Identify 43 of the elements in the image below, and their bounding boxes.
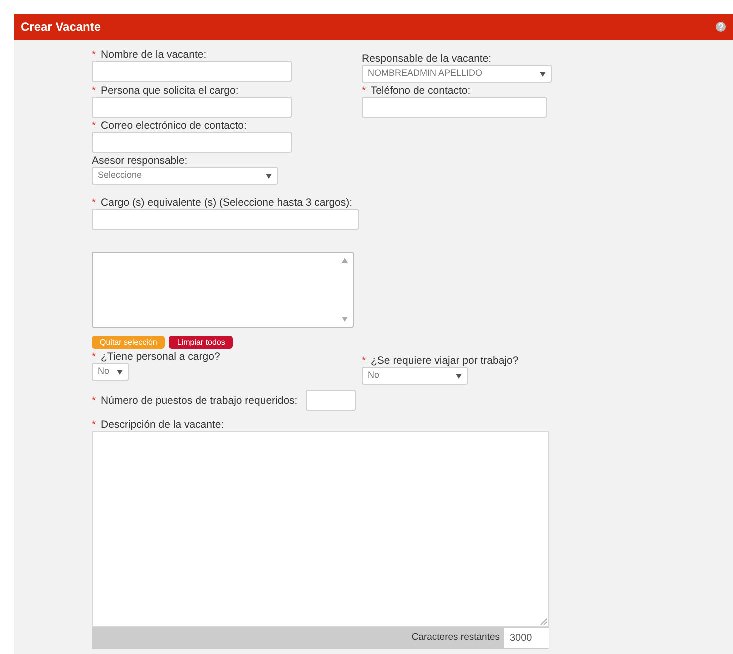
counter-label: Caracteres restantes (412, 630, 500, 645)
required-asterisk: * (92, 351, 96, 363)
required-asterisk: * (92, 120, 96, 132)
input-field[interactable] (306, 390, 356, 411)
field-label: Asesor responsable: (92, 155, 189, 167)
list-box[interactable] (92, 252, 354, 328)
select-dropdown[interactable]: No (92, 363, 129, 381)
required-asterisk: * (92, 197, 96, 209)
required-asterisk: * (362, 355, 366, 367)
field-label: * Número de puestos de trabajo requeridos: (92, 394, 298, 406)
up-arrow-icon[interactable] (342, 258, 348, 263)
counter-field: 3000 (504, 628, 549, 648)
caret-icon (456, 374, 462, 378)
input-field[interactable] (362, 97, 547, 118)
required-asterisk: * (92, 419, 96, 431)
caret-icon (266, 174, 272, 178)
required-asterisk: * (92, 49, 96, 61)
caret-icon (117, 370, 123, 374)
select-dropdown[interactable]: Seleccione (92, 167, 278, 185)
select-dropdown[interactable]: NOMBREADMIN APELLIDO (362, 65, 552, 83)
required-asterisk: * (92, 394, 96, 406)
field-label: * Descripción de la vacante: (92, 419, 226, 431)
dialog-title: Crear Vacante (21, 19, 102, 36)
down-arrow-icon[interactable] (342, 317, 348, 322)
field-label: * ¿Se requiere viajar por trabajo? (362, 355, 520, 367)
required-asterisk: * (362, 85, 366, 97)
field-label: * Teléfono de contacto: (362, 85, 472, 97)
input-field[interactable] (92, 132, 292, 153)
action-button[interactable]: Limpiar todos (169, 336, 234, 349)
input-field[interactable] (92, 209, 359, 230)
field-label: * Correo electrónico de contacto: (92, 120, 248, 132)
required-asterisk: * (92, 85, 96, 97)
select-dropdown[interactable]: No (362, 367, 468, 385)
help-icon[interactable] (716, 22, 726, 32)
caret-icon (540, 72, 546, 76)
field-label: * Cargo (s) equivalente (s) (Seleccione hasta 3 cargos): (92, 197, 354, 209)
input-field[interactable] (92, 97, 292, 118)
field-label: * Persona que solicita el cargo: (92, 85, 240, 97)
field-label: * Nombre de la vacante: (92, 49, 208, 61)
field-label: Responsable de la vacante: (362, 53, 493, 65)
field-label: * ¿Tiene personal a cargo? (92, 351, 222, 363)
input-field[interactable] (92, 61, 292, 82)
resize-handle-icon[interactable] (540, 618, 547, 625)
